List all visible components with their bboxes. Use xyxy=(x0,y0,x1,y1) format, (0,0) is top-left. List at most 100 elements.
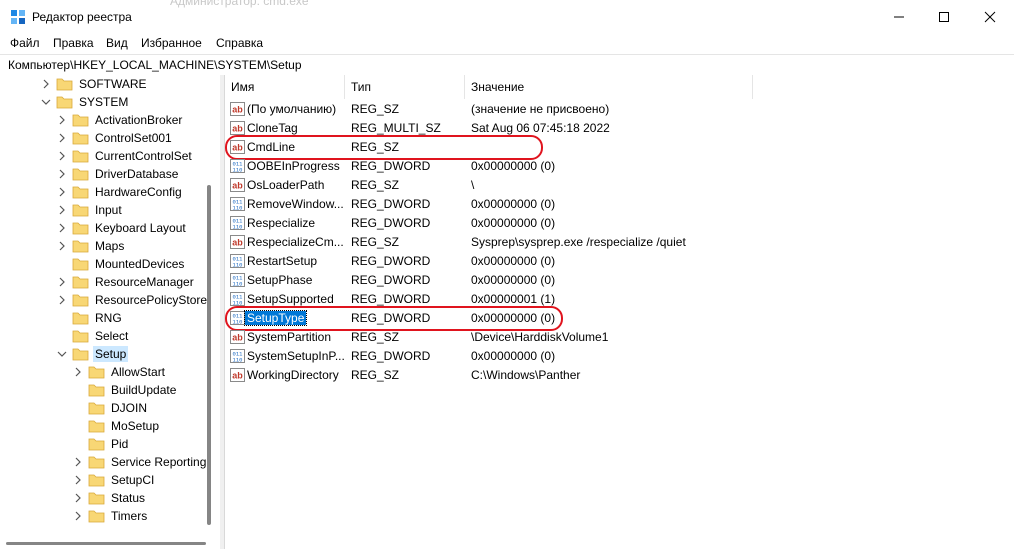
close-icon xyxy=(984,11,996,23)
value-data: C:\Windows\Panther xyxy=(471,368,581,382)
tree-item[interactable]: Status xyxy=(72,489,147,507)
folder-icon xyxy=(72,258,89,271)
value-type: REG_SZ xyxy=(351,235,400,249)
tree-item[interactable]: DJOIN xyxy=(72,399,149,417)
address-bar[interactable]: Компьютер\HKEY_LOCAL_MACHINE\SYSTEM\Setu… xyxy=(0,54,1014,76)
value-row[interactable]: ab OsLoaderPath REG_SZ \ xyxy=(229,176,989,195)
value-row[interactable]: ab CmdLine REG_SZ xyxy=(229,138,989,157)
value-row[interactable]: ab WorkingDirectory REG_SZ C:\Windows\Panth… xyxy=(229,366,989,385)
tree-item[interactable]: BuildUpdate xyxy=(72,381,178,399)
value-row[interactable]: 011 110 SetupPhase REG_DWORD 0x00000000 (0) xyxy=(229,271,989,290)
value-row[interactable]: ab RespecializeCm... REG_SZ Sysprep\sysprep… xyxy=(229,233,989,252)
value-type: REG_SZ xyxy=(351,102,400,116)
value-row[interactable]: ab SystemPartition REG_SZ \Device\HarddiskV… xyxy=(229,328,989,347)
chevron-right-icon[interactable] xyxy=(72,492,84,504)
chevron-right-icon[interactable] xyxy=(56,240,68,252)
value-row[interactable]: 011 110 SetupType REG_DWORD 0x00000000 (0) xyxy=(229,309,989,328)
tree-item[interactable]: Keyboard Layout xyxy=(56,219,188,237)
tree-item[interactable]: RNG xyxy=(56,309,124,327)
scrollbar-thumb[interactable] xyxy=(6,542,206,545)
binary-value-icon: 011110 xyxy=(230,159,245,173)
tree-horizontal-scrollbar[interactable] xyxy=(0,538,215,548)
chevron-right-icon[interactable] xyxy=(72,456,84,468)
menu-edit[interactable]: Правка xyxy=(53,36,94,50)
tree-item-label: AllowStart xyxy=(111,365,166,379)
maximize-button[interactable] xyxy=(921,0,967,34)
tree-item[interactable]: Timers xyxy=(72,507,149,525)
values-list[interactable]: Имя Тип Значение ab (По умолчанию) REG_SZ (… xyxy=(224,75,1014,549)
menu-favorites[interactable]: Избранное xyxy=(141,36,202,50)
tree-item[interactable]: Input xyxy=(56,201,124,219)
tree-item[interactable]: Service Reporting xyxy=(72,453,208,471)
chevron-right-icon[interactable] xyxy=(56,150,68,162)
tree-item[interactable]: MountedDevices xyxy=(56,255,186,273)
chevron-down-icon[interactable] xyxy=(40,96,52,108)
menu-file[interactable]: Файл xyxy=(10,36,40,50)
chevron-right-icon[interactable] xyxy=(56,222,68,234)
tree-item[interactable]: ResourceManager xyxy=(56,273,196,291)
chevron-right-icon[interactable] xyxy=(56,132,68,144)
value-data: 0x00000000 (0) xyxy=(471,273,556,287)
chevron-right-icon[interactable] xyxy=(56,276,68,288)
column-header-name[interactable]: Имя xyxy=(225,75,345,99)
value-type: REG_SZ xyxy=(351,178,400,192)
scrollbar-thumb[interactable] xyxy=(207,185,211,525)
address-path[interactable]: Компьютер\HKEY_LOCAL_MACHINE\SYSTEM\Setu… xyxy=(8,58,302,72)
column-header-type[interactable]: Тип xyxy=(345,75,465,99)
value-row[interactable]: 011 110 SetupSupported REG_DWORD 0x00000001 … xyxy=(229,290,989,309)
tree-item[interactable]: CurrentControlSet xyxy=(56,147,194,165)
tree-item[interactable]: ControlSet001 xyxy=(56,129,174,147)
value-row[interactable]: 011 110 OOBEInProgress REG_DWORD 0x00000000 … xyxy=(229,157,989,176)
value-type: REG_DWORD xyxy=(351,292,431,306)
value-row[interactable]: 011 110 SystemSetupInP... REG_DWORD 0x000000… xyxy=(229,347,989,366)
tree-item[interactable]: Maps xyxy=(56,237,126,255)
tree-item-label: DJOIN xyxy=(111,401,147,415)
tree-item[interactable]: SOFTWARE xyxy=(40,75,149,93)
value-name: RestartSetup xyxy=(247,254,318,268)
value-type: REG_DWORD xyxy=(351,254,431,268)
tree-item[interactable]: ResourcePolicyStore xyxy=(56,291,209,309)
column-header-data[interactable]: Значение xyxy=(465,75,753,99)
chevron-right-icon[interactable] xyxy=(72,366,84,378)
chevron-right-icon[interactable] xyxy=(56,186,68,198)
binary-value-icon: 011110 xyxy=(230,349,245,363)
tree-item[interactable]: SYSTEM xyxy=(40,93,130,111)
minimize-button[interactable] xyxy=(876,0,922,34)
value-type: REG_SZ xyxy=(351,368,400,382)
chevron-right-icon[interactable] xyxy=(40,78,52,90)
tree-item[interactable]: HardwareConfig xyxy=(56,183,184,201)
chevron-right-icon[interactable] xyxy=(72,474,84,486)
menu-help[interactable]: Справка xyxy=(216,36,263,50)
chevron-right-icon[interactable] xyxy=(56,204,68,216)
chevron-right-icon[interactable] xyxy=(56,294,68,306)
value-row[interactable]: 011 110 Respecialize REG_DWORD 0x00000000 (0… xyxy=(229,214,989,233)
svg-text:110: 110 xyxy=(233,167,243,174)
value-data: (значение не присвоено) xyxy=(471,102,610,116)
close-button[interactable] xyxy=(967,0,1013,34)
chevron-right-icon[interactable] xyxy=(56,168,68,180)
value-row[interactable]: ab CloneTag REG_MULTI_SZ Sat Aug 06 07:45:1… xyxy=(229,119,989,138)
value-row[interactable]: 011 110 RemoveWindow... REG_DWORD 0x00000000… xyxy=(229,195,989,214)
value-row[interactable]: ab (По умолчанию) REG_SZ (значение не присв… xyxy=(229,100,989,119)
tree-item[interactable]: Setup xyxy=(56,345,129,363)
menu-view[interactable]: Вид xyxy=(106,36,128,50)
value-type: REG_SZ xyxy=(351,140,400,154)
tree-item[interactable]: Select xyxy=(56,327,130,345)
tree-item[interactable]: MoSetup xyxy=(72,417,161,435)
tree-item[interactable]: SetupCI xyxy=(72,471,156,489)
chevron-down-icon[interactable] xyxy=(56,348,68,360)
svg-text:ab: ab xyxy=(232,143,243,153)
value-row[interactable]: 011 110 RestartSetup REG_DWORD 0x00000000 (0… xyxy=(229,252,989,271)
tree-item[interactable]: DriverDatabase xyxy=(56,165,180,183)
value-data: 0x00000000 (0) xyxy=(471,159,556,173)
tree-item[interactable]: ActivationBroker xyxy=(56,111,184,129)
registry-tree[interactable]: SOFTWARE SYSTEM ActivationBroker ControlSet… xyxy=(0,75,220,549)
tree-vertical-scrollbar[interactable] xyxy=(204,75,214,535)
chevron-right-icon[interactable] xyxy=(56,114,68,126)
folder-icon xyxy=(72,204,89,217)
tree-item[interactable]: Pid xyxy=(72,435,130,453)
chevron-right-icon[interactable] xyxy=(72,510,84,522)
tree-item[interactable]: AllowStart xyxy=(72,363,167,381)
